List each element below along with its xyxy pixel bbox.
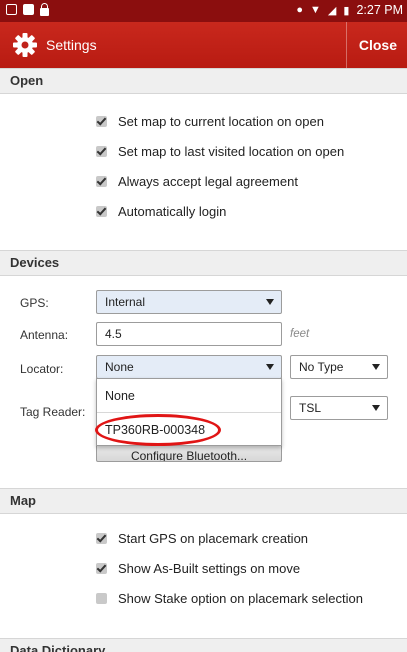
- screenshot-notification-icon: [6, 4, 17, 15]
- locator-type-value: No Type: [299, 360, 344, 374]
- status-time: 2:27 PM: [356, 3, 403, 17]
- dropdown-arrow-icon: [266, 299, 274, 305]
- signal-icon: ◢: [327, 4, 337, 17]
- checkbox-checked-icon[interactable]: [96, 563, 107, 574]
- locator-dropdown-list: None TP360RB-000348: [96, 378, 282, 446]
- app-title: Settings: [46, 37, 97, 53]
- location-icon: ●: [296, 4, 304, 16]
- status-bar: ● ▼ ◢ ▮ 2:27 PM: [0, 0, 407, 22]
- checkbox-unchecked-icon[interactable]: [96, 593, 107, 604]
- option-label: Set map to current location on open: [118, 114, 324, 129]
- antenna-input[interactable]: 4.5: [96, 322, 282, 346]
- option-label: Set map to last visited location on open: [118, 144, 345, 159]
- checkbox-checked-icon[interactable]: [96, 176, 107, 187]
- tag-reader-type-select[interactable]: TSL: [290, 396, 388, 420]
- section-header-map: Map: [0, 488, 407, 514]
- locator-value: None: [105, 360, 134, 374]
- sd-card-icon: [23, 4, 34, 15]
- option-label: Automatically login: [118, 204, 227, 219]
- option-label: Always accept legal agreement: [118, 174, 298, 189]
- locator-select[interactable]: None: [96, 355, 282, 379]
- antenna-label: Antenna:: [20, 328, 69, 342]
- section-header-open: Open: [0, 68, 407, 94]
- option-show-stake[interactable]: Show Stake option on placemark selection: [96, 591, 363, 606]
- option-label: Show Stake option on placemark selection: [118, 591, 363, 606]
- section-header-data-dictionary: Data Dictionary: [0, 638, 407, 652]
- option-start-gps[interactable]: Start GPS on placemark creation: [96, 531, 308, 546]
- dropdown-arrow-icon: [266, 364, 274, 370]
- option-label: Start GPS on placemark creation: [118, 531, 309, 546]
- option-auto-login[interactable]: Automatically login: [96, 204, 226, 219]
- dropdown-arrow-icon: [372, 364, 380, 370]
- dropdown-option-none[interactable]: None: [97, 379, 281, 413]
- antenna-value: 4.5: [105, 327, 122, 341]
- locator-label: Locator:: [20, 362, 64, 376]
- gps-value: Internal: [105, 295, 146, 309]
- gps-select[interactable]: Internal: [96, 290, 282, 314]
- locator-type-select[interactable]: No Type: [290, 355, 388, 379]
- checkbox-checked-icon[interactable]: [96, 533, 107, 544]
- close-button[interactable]: Close: [345, 22, 407, 68]
- app-bar: Settings Close: [0, 22, 407, 68]
- battery-icon: ▮: [343, 4, 350, 17]
- option-last-visited-location[interactable]: Set map to last visited location on open: [96, 144, 344, 159]
- option-current-location[interactable]: Set map to current location on open: [96, 114, 324, 129]
- dropdown-option-tp360rb[interactable]: TP360RB-000348: [97, 413, 281, 447]
- gps-label: GPS:: [20, 296, 49, 310]
- antenna-unit: feet: [290, 328, 310, 340]
- checkbox-checked-icon[interactable]: [96, 206, 107, 217]
- option-show-as-built[interactable]: Show As-Built settings on move: [96, 561, 300, 576]
- wifi-icon: ▼: [310, 4, 321, 16]
- checkbox-checked-icon[interactable]: [96, 146, 107, 157]
- status-icons-right: ● ▼ ◢ ▮ 2:27 PM: [296, 3, 403, 17]
- checkbox-checked-icon[interactable]: [96, 116, 107, 127]
- option-accept-legal[interactable]: Always accept legal agreement: [96, 174, 298, 189]
- dropdown-arrow-icon: [372, 405, 380, 411]
- section-header-devices: Devices: [0, 250, 407, 276]
- tag-reader-type-value: TSL: [299, 401, 322, 415]
- status-icons-left: [6, 3, 49, 16]
- tag-reader-label: Tag Reader:: [20, 405, 86, 419]
- option-label: Show As-Built settings on move: [118, 561, 301, 576]
- gear-icon: [13, 33, 37, 57]
- lock-icon: [40, 3, 49, 16]
